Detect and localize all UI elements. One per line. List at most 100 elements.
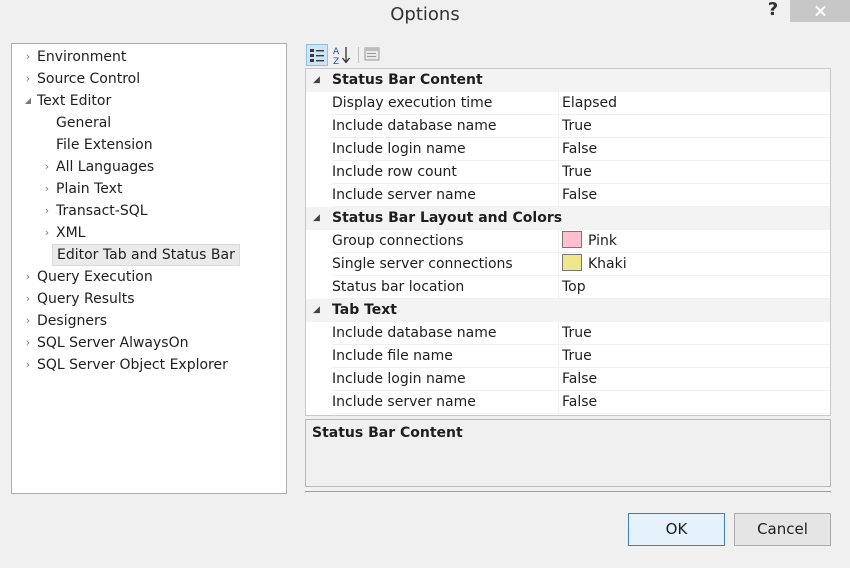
property-value[interactable]: Top bbox=[558, 276, 830, 299]
property-row[interactable]: Include server name False bbox=[306, 184, 830, 207]
svg-text:Z: Z bbox=[333, 57, 339, 66]
tree-item-label: Source Control bbox=[37, 71, 141, 87]
property-name: Include login name bbox=[332, 368, 558, 391]
property-row[interactable]: Include database name True bbox=[306, 322, 830, 345]
tree-item-editor-tab-and-status-bar[interactable]: Editor Tab and Status Bar bbox=[12, 244, 286, 266]
title-bar: Options ? bbox=[0, 0, 850, 30]
property-value[interactable]: True bbox=[558, 322, 830, 345]
property-value[interactable]: Khaki bbox=[558, 253, 830, 276]
property-value-text: True bbox=[562, 348, 592, 364]
property-grid[interactable]: ◢ Status Bar Content Display execution tim… bbox=[305, 68, 831, 416]
property-pages-button[interactable] bbox=[362, 44, 384, 66]
tree-item-plain-text[interactable]: › Plain Text bbox=[12, 178, 286, 200]
tree-item-designers[interactable]: › Designers bbox=[12, 310, 286, 332]
tree-item-label: All Languages bbox=[56, 159, 155, 175]
tree-item-label: File Extension bbox=[56, 137, 153, 153]
property-name: Include login name bbox=[332, 138, 558, 161]
color-swatch bbox=[562, 254, 582, 271]
window-title: Options bbox=[390, 4, 460, 25]
divider bbox=[305, 491, 831, 492]
category-label: Status Bar Layout and Colors bbox=[332, 210, 563, 226]
property-value[interactable]: True bbox=[558, 345, 830, 368]
tree-item-source-control[interactable]: › Source Control bbox=[12, 68, 286, 90]
collapse-arrow-icon[interactable]: ◢ bbox=[313, 207, 320, 229]
property-value-text: True bbox=[562, 164, 592, 180]
sort-az-icon: A Z bbox=[333, 47, 351, 67]
category-tab-text[interactable]: ◢ Tab Text bbox=[306, 299, 830, 322]
help-button[interactable]: ? bbox=[760, 0, 786, 22]
tree-item-sql-server-object-explorer[interactable]: › SQL Server Object Explorer bbox=[12, 354, 286, 376]
tree-item-query-execution[interactable]: › Query Execution bbox=[12, 266, 286, 288]
tree-item-label: SQL Server Object Explorer bbox=[37, 357, 228, 373]
property-value-text: Elapsed bbox=[562, 95, 617, 111]
collapse-arrow-icon[interactable]: ◢ bbox=[313, 69, 320, 91]
tree-item-label: Plain Text bbox=[56, 181, 123, 197]
property-row[interactable]: Include database name True bbox=[306, 115, 830, 138]
property-row[interactable]: Include file name True bbox=[306, 345, 830, 368]
property-value-text: False bbox=[562, 371, 598, 387]
property-value[interactable]: False bbox=[558, 184, 830, 207]
property-row[interactable]: Group connections Pink bbox=[306, 230, 830, 253]
property-value[interactable]: False bbox=[558, 391, 830, 414]
tree-item-query-results[interactable]: › Query Results bbox=[12, 288, 286, 310]
property-value[interactable]: False bbox=[558, 138, 830, 161]
property-name: Include file name bbox=[332, 345, 558, 368]
tree-item-label: SQL Server AlwaysOn bbox=[37, 335, 189, 351]
property-value-text: False bbox=[562, 187, 598, 203]
property-row[interactable]: Include login name False bbox=[306, 138, 830, 161]
property-value[interactable]: Elapsed bbox=[558, 92, 830, 115]
tree-item-label: XML bbox=[56, 225, 86, 241]
tree-item-label: Query Execution bbox=[37, 269, 153, 285]
property-value[interactable]: Pink bbox=[558, 230, 830, 253]
property-row[interactable]: Include login name False bbox=[306, 368, 830, 391]
property-value[interactable]: True bbox=[558, 161, 830, 184]
property-name: Group connections bbox=[332, 230, 558, 253]
close-button[interactable] bbox=[790, 0, 850, 22]
tree-item-all-languages[interactable]: › All Languages bbox=[12, 156, 286, 178]
toolbar-separator bbox=[358, 47, 359, 63]
property-grid-toolbar: A Z bbox=[306, 43, 406, 67]
categorized-icon bbox=[310, 49, 324, 62]
tree-item-general[interactable]: General bbox=[12, 112, 286, 134]
description-pane: Status Bar Content bbox=[305, 419, 831, 487]
ok-button[interactable]: OK bbox=[628, 513, 725, 546]
tree-item-label: Query Results bbox=[37, 291, 135, 307]
category-status-bar-layout-and-colors[interactable]: ◢ Status Bar Layout and Colors bbox=[306, 207, 830, 230]
property-name: Status bar location bbox=[332, 276, 558, 299]
color-swatch bbox=[562, 231, 582, 248]
property-row[interactable]: Include server name False bbox=[306, 391, 830, 414]
tree-item-label: Editor Tab and Status Bar bbox=[52, 244, 240, 266]
tree-item-text-editor[interactable]: ◢ Text Editor bbox=[12, 90, 286, 112]
tree-item-transact-sql[interactable]: › Transact-SQL bbox=[12, 200, 286, 222]
tree-item-sql-server-alwayson[interactable]: › SQL Server AlwaysOn bbox=[12, 332, 286, 354]
tree-item-environment[interactable]: › Environment bbox=[12, 46, 286, 68]
property-value-text: False bbox=[562, 141, 598, 157]
property-value[interactable]: False bbox=[558, 368, 830, 391]
description-title: Status Bar Content bbox=[312, 425, 463, 441]
property-value-text: Khaki bbox=[588, 256, 627, 272]
categorized-button[interactable] bbox=[306, 44, 328, 66]
property-name: Include row count bbox=[332, 161, 558, 184]
tree-item-label: General bbox=[56, 115, 112, 131]
property-value-text: True bbox=[562, 325, 592, 341]
property-row[interactable]: Display execution time Elapsed bbox=[306, 92, 830, 115]
alphabetical-button[interactable]: A Z bbox=[331, 44, 353, 67]
property-value-text: Pink bbox=[588, 233, 618, 249]
cancel-button[interactable]: Cancel bbox=[734, 513, 831, 546]
category-status-bar-content[interactable]: ◢ Status Bar Content bbox=[306, 69, 830, 92]
property-name: Single server connections bbox=[332, 253, 558, 276]
tree-item-file-extension[interactable]: File Extension bbox=[12, 134, 286, 156]
property-row[interactable]: Include row count True bbox=[306, 161, 830, 184]
category-label: Tab Text bbox=[332, 302, 397, 318]
property-name: Include database name bbox=[332, 115, 558, 138]
property-name: Include server name bbox=[332, 391, 558, 414]
property-row[interactable]: Single server connections Khaki bbox=[306, 253, 830, 276]
options-tree[interactable]: › Environment › Source Control ◢ Text Editor G… bbox=[11, 43, 287, 494]
tree-item-label: Text Editor bbox=[37, 93, 112, 109]
property-pages-icon bbox=[364, 47, 380, 61]
collapse-arrow-icon[interactable]: ◢ bbox=[313, 299, 320, 321]
property-row[interactable]: Status bar location Top bbox=[306, 276, 830, 299]
tree-item-xml[interactable]: › XML bbox=[12, 222, 286, 244]
property-value[interactable]: True bbox=[558, 115, 830, 138]
property-name: Include server name bbox=[332, 184, 558, 207]
